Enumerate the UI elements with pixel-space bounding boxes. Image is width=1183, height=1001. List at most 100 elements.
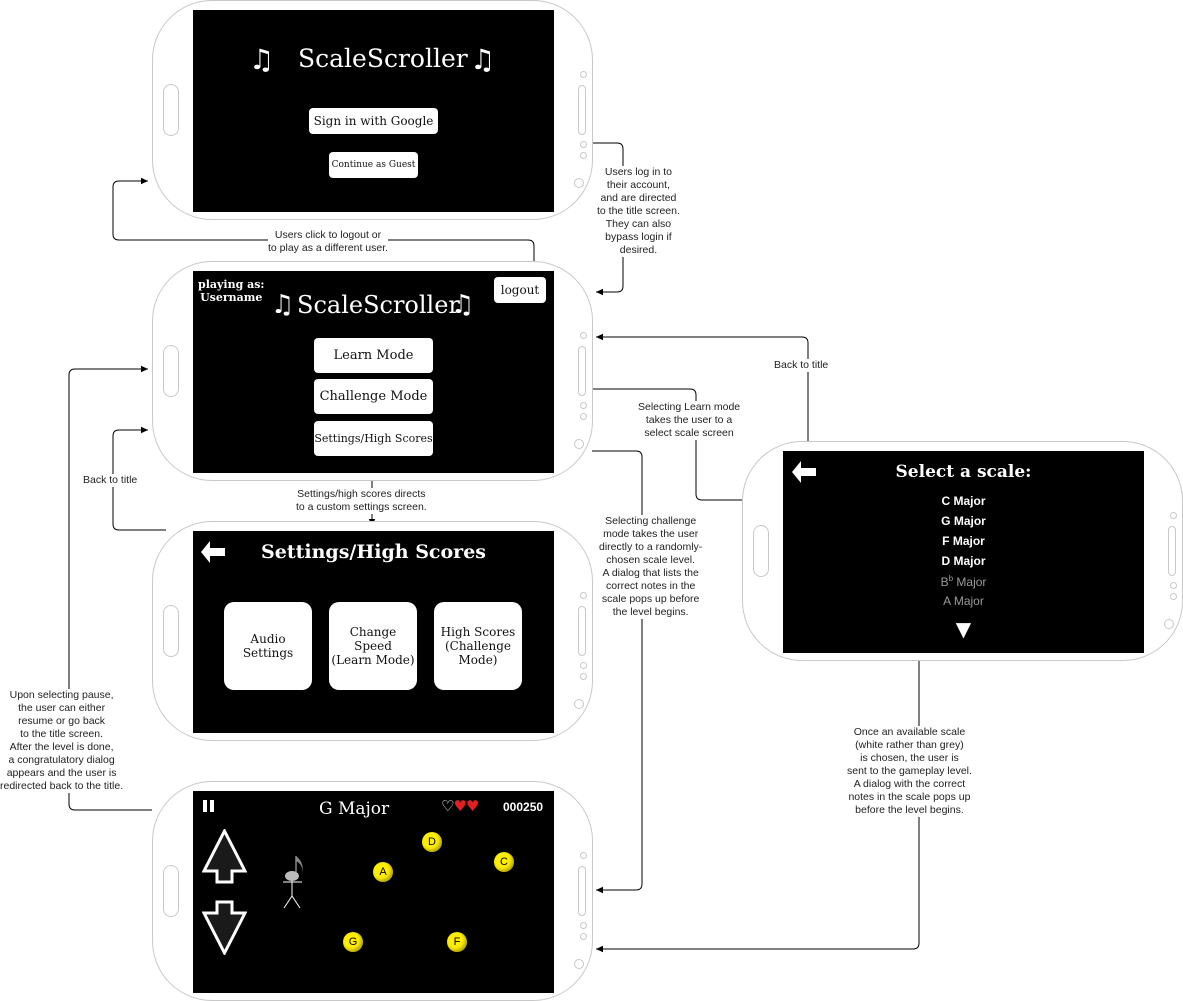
camera-dot <box>1164 619 1174 629</box>
annotation-login-to-title: Users log in to their account, and are dir… <box>597 166 680 257</box>
select-scale-title: Select a scale: <box>895 462 1032 482</box>
heart-full-icon: ♥ <box>453 797 466 815</box>
up-arrow-button[interactable] <box>202 829 247 884</box>
annotation-back-to-title-scale: Back to title <box>774 359 829 372</box>
scale-option[interactable]: G Major <box>783 514 1144 528</box>
annotation-line: Users log in to <box>604 166 672 178</box>
annotation-line: the level begins. <box>612 606 689 618</box>
annotation-line: the user can either <box>18 702 106 714</box>
annotation-line: They can also <box>605 218 672 230</box>
app-title: ScaleScroller <box>297 291 460 319</box>
annotation-line: Selecting challenge <box>605 515 697 527</box>
annotation-line: bypass login if <box>605 231 672 243</box>
sensor-dot <box>1170 512 1177 519</box>
scale-option[interactable]: D Major <box>783 554 1144 568</box>
high-scores-label: High Scores <box>440 625 516 639</box>
annotation-line: sent to the gameplay level. <box>847 765 972 777</box>
camera-dot <box>574 439 584 449</box>
phone-title-screen: playing as: Username logout ♫ ScaleScrol… <box>152 261 593 481</box>
side-bar <box>578 346 586 396</box>
annotation-line: A dialog that lists the <box>602 567 699 579</box>
scale-list: C Major G Major F Major D Major Bb Major A Ma… <box>783 494 1144 614</box>
down-arrow-button[interactable] <box>202 900 247 955</box>
sensor-dot <box>580 673 587 680</box>
phone-settings-screen: Settings/High Scores Audio Settings Chan… <box>152 521 593 741</box>
scale-title: G Major <box>319 799 390 819</box>
annotation-line: before the level begins. <box>855 804 964 816</box>
annotation-settings-directs: Settings/high scores directs to a custom … <box>296 488 427 514</box>
audio-settings-button[interactable]: Audio Settings <box>224 602 312 690</box>
annotation-line: After the level is done, <box>9 741 114 753</box>
note-ball-d: D <box>422 832 442 852</box>
sensor-dot <box>580 852 587 859</box>
side-bar <box>578 606 586 656</box>
annotation-line: appears and the user is <box>6 767 117 779</box>
annotation-line: Once an available scale <box>853 726 966 738</box>
sensor-dot <box>580 592 587 599</box>
side-bar <box>578 866 586 916</box>
app-title: ScaleScroller <box>298 44 468 73</box>
home-button <box>163 605 179 657</box>
annotation-line: to the title screen. <box>597 205 680 217</box>
challenge-mode-button[interactable]: Challenge Mode <box>314 379 433 414</box>
annotation-scale-chosen: Once an available scale (white rather tha… <box>847 726 972 817</box>
annotation-line: is chosen, the user is <box>860 752 959 764</box>
sign-in-google-button[interactable]: Sign in with Google <box>309 108 438 134</box>
sensor-dot <box>580 922 587 929</box>
playing-as-label: playing as: Username <box>198 278 264 304</box>
sensor-dot <box>1170 582 1177 589</box>
phone-login-screen: ♫ ScaleScroller ♫ Sign in with Google Co… <box>152 0 593 220</box>
note-ball-c: C <box>494 852 514 872</box>
login-screen: ♫ ScaleScroller ♫ Sign in with Google Co… <box>193 10 554 212</box>
phone-gameplay-screen: G Major ♡♥♥ 000250 D C A G F <box>152 781 593 1001</box>
settings-high-scores-button[interactable]: Settings/High Scores <box>314 421 433 456</box>
logout-button[interactable]: logout <box>494 277 546 303</box>
learn-mode-button[interactable]: Learn Mode <box>314 338 433 373</box>
change-speed-label: Change Speed <box>349 625 397 653</box>
audio-settings-label: Audio Settings <box>242 632 294 660</box>
home-button <box>163 865 179 917</box>
annotation-line: chosen scale level. <box>606 554 695 566</box>
sensor-dot <box>1170 593 1177 600</box>
annotation-line: scale pops up before <box>601 593 700 605</box>
change-speed-sublabel: (Learn Mode) <box>331 653 415 667</box>
change-speed-button[interactable]: Change Speed (Learn Mode) <box>329 602 417 690</box>
scale-option[interactable]: C Major <box>783 494 1144 508</box>
scroll-down-icon[interactable]: ▼ <box>783 617 1144 641</box>
annotation-line: mode takes the user <box>603 528 699 540</box>
annotation-line: (white rather than grey) <box>855 739 964 751</box>
annotation-line: Settings/high scores directs <box>297 488 426 500</box>
sensor-dot <box>580 332 587 339</box>
music-note-icon: ♫ <box>271 290 295 320</box>
scale-option: A Major <box>943 594 984 608</box>
sensor-dot <box>580 413 587 420</box>
annotation-learn-mode: Selecting Learn mode takes the user to as… <box>638 401 741 440</box>
annotation-line: and are directed <box>600 192 677 204</box>
username-text: Username <box>200 291 263 304</box>
continue-guest-button[interactable]: Continue as Guest <box>329 152 418 178</box>
annotation-line: notes in the scale pops up <box>848 791 971 803</box>
annotation-line: Upon selecting pause, <box>9 689 114 701</box>
camera-dot <box>574 959 584 969</box>
settings-title: Settings/High Scores <box>261 541 486 563</box>
sensor-dot <box>580 152 587 159</box>
annotation-logout: Users click to logout or to play as a dif… <box>268 229 389 255</box>
score-display: 000250 <box>503 800 544 814</box>
high-scores-button[interactable]: High Scores (Challenge Mode) <box>434 602 522 690</box>
sensor-dot <box>580 71 587 78</box>
side-bar <box>578 85 586 135</box>
annotation-line: resume or go back <box>18 715 106 727</box>
note-ball-a: A <box>373 862 393 882</box>
scale-option[interactable]: F Major <box>783 534 1144 548</box>
music-note-icon: ♫ <box>451 290 475 320</box>
select-scale-screen: Select a scale: C Major G Major F Major D M… <box>783 451 1144 653</box>
heart-empty-icon: ♡ <box>441 797 454 815</box>
annotation-line: select scale screen <box>644 427 734 439</box>
sensor-dot <box>580 402 587 409</box>
player-note-character <box>283 856 303 909</box>
camera-dot <box>574 178 584 188</box>
pause-icon[interactable] <box>203 800 215 812</box>
playing-as-text: playing as: <box>198 278 265 291</box>
annotation-line: their account, <box>606 179 670 191</box>
gameplay-screen: G Major ♡♥♥ 000250 D C A G F <box>193 791 554 993</box>
